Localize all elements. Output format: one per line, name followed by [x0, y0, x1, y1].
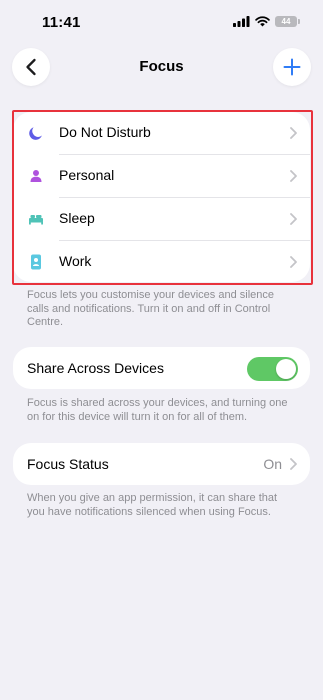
share-across-devices-row: Share Across Devices — [13, 347, 310, 389]
battery-icon: 44 — [275, 16, 300, 27]
focus-settings-screen: 11:41 44 Focus Do Not Disturb Personal S… — [0, 0, 323, 700]
status-time: 11:41 — [42, 14, 81, 31]
focus-status-description: When you give an app permission, it can … — [27, 492, 278, 518]
focus-description: Focus lets you customise your devices an… — [27, 289, 275, 328]
status-bar: 11:41 44 — [0, 0, 323, 46]
status-icons: 44 — [233, 16, 300, 27]
cellular-signal-icon — [233, 16, 250, 27]
add-focus-button[interactable] — [273, 48, 311, 86]
battery-level: 44 — [281, 17, 291, 26]
toggle-knob — [276, 359, 296, 379]
share-across-devices-label: Share Across Devices — [27, 360, 164, 376]
wifi-icon — [255, 16, 270, 27]
focus-status-label: Focus Status — [27, 456, 109, 472]
focus-status-value: On — [263, 456, 282, 472]
focus-status-row[interactable]: Focus Status On — [13, 443, 310, 485]
share-description: Focus is shared across your devices, and… — [27, 397, 288, 423]
chevron-right-icon — [290, 458, 297, 470]
share-across-devices-toggle[interactable] — [247, 357, 298, 381]
plus-icon — [283, 58, 301, 76]
highlight-box — [12, 110, 313, 285]
